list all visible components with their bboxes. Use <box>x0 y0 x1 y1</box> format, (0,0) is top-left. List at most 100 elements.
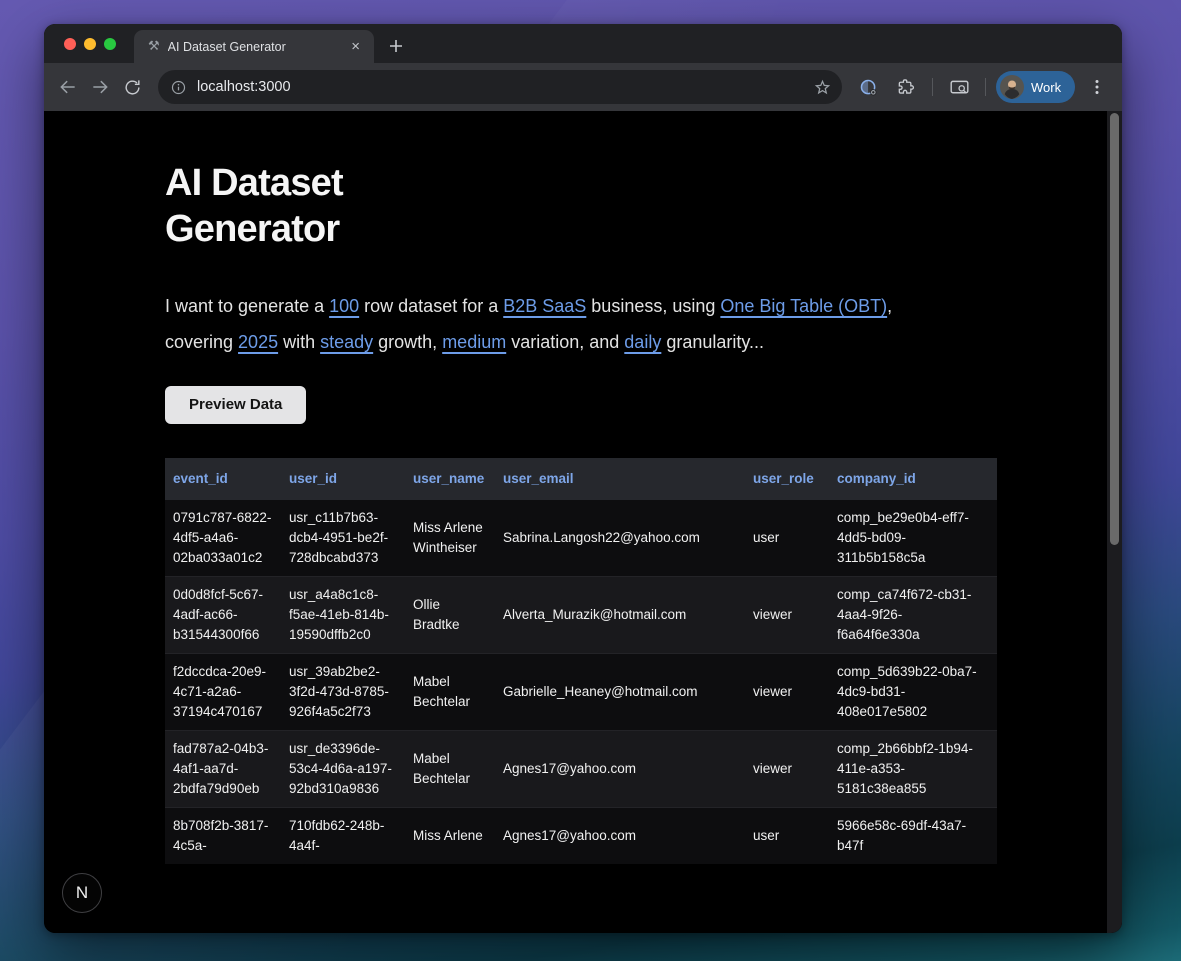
profile-button[interactable]: Work <box>996 71 1075 103</box>
table-cell: Ollie Bradtke <box>405 577 495 654</box>
profile-label: Work <box>1031 80 1061 95</box>
prompt-link[interactable]: daily <box>624 332 661 352</box>
table-cell: usr_c11b7b63-dcb4-4951-be2f-728dbcabd373 <box>281 500 405 577</box>
extensions-puzzle-icon <box>896 77 916 97</box>
prompt-text: covering <box>165 332 238 352</box>
preview-data-button[interactable]: Preview Data <box>165 386 306 424</box>
prompt-link[interactable]: steady <box>320 332 373 352</box>
browser-window: ⚒ AI Dataset Generator × localhost:3000 <box>44 24 1122 933</box>
table-cell: Alverta_Murazik@hotmail.com <box>495 577 745 654</box>
scrollbar-thumb[interactable] <box>1110 113 1119 545</box>
table-row: 0d0d8fcf-5c67-4adf-ac66-b31544300f66usr_… <box>165 577 997 654</box>
data-table: event_iduser_iduser_nameuser_emailuser_r… <box>165 458 997 864</box>
page-scrollbar <box>1107 111 1122 933</box>
table-cell: Agnes17@yahoo.com <box>495 731 745 808</box>
prompt-text: with <box>278 332 320 352</box>
table-cell: comp_be29e0b4-eff7-4dd5-bd09-311b5b158c5… <box>829 500 989 577</box>
zoom-window-button[interactable] <box>104 38 116 50</box>
extensions-button[interactable] <box>890 71 922 103</box>
table-cell: usr_39ab2be2-3f2d-473d-8785-926f4a5c2f73 <box>281 654 405 731</box>
table-cell: user <box>745 500 829 577</box>
table-cell: viewer <box>745 577 829 654</box>
table-cell: viewer <box>745 654 829 731</box>
hammer-wrench-favicon-icon: ⚒ <box>148 40 160 53</box>
reload-icon <box>123 78 142 97</box>
table-cell: fad787a2-04b3-4af1-aa7d-2bdfa79d90eb <box>165 731 281 808</box>
page-content: AI Dataset Generator I want to generate … <box>44 111 1122 933</box>
table-cell: comp_2b66bbf2-1b94-411e-a353-5181c38ea85… <box>829 731 989 808</box>
column-header: user_email <box>495 458 745 500</box>
browser-tab[interactable]: ⚒ AI Dataset Generator × <box>134 30 374 63</box>
prompt-link[interactable]: 2025 <box>238 332 278 352</box>
table-cell: Mabel Bechtelar <box>405 731 495 808</box>
table-row: 0791c787-6822-4df5-a4a6-02ba033a01c2usr_… <box>165 500 997 577</box>
tab-search-button[interactable] <box>943 71 975 103</box>
table-cell: Sabrina.Langosh22@yahoo.com <box>495 500 745 577</box>
table-row: fad787a2-04b3-4af1-aa7d-2bdfa79d90ebusr_… <box>165 731 997 808</box>
minimize-window-button[interactable] <box>84 38 96 50</box>
tab-close-icon[interactable]: × <box>347 37 364 56</box>
prompt-text: growth, <box>373 332 442 352</box>
forward-arrow-icon <box>90 77 110 97</box>
page-container: AI Dataset Generator I want to generate … <box>44 111 1122 864</box>
browser-menu-button[interactable] <box>1081 71 1113 103</box>
table-cell-clipped: l <box>989 808 997 865</box>
tab-strip: ⚒ AI Dataset Generator × <box>44 24 1122 63</box>
prompt-link[interactable]: One Big Table (OBT) <box>720 296 887 316</box>
tab-search-icon <box>949 77 970 98</box>
forward-button[interactable] <box>84 71 116 103</box>
nextjs-dev-badge[interactable]: N <box>62 873 102 913</box>
tab-title: AI Dataset Generator <box>168 40 340 54</box>
prompt-line: I want to generate a 100 row dataset for… <box>165 288 1122 324</box>
plus-icon <box>389 39 403 53</box>
pinned-extension-button[interactable] <box>852 71 884 103</box>
prompt-text: , <box>887 296 892 316</box>
prompt-link[interactable]: medium <box>442 332 506 352</box>
table-row: 8b708f2b-3817-4c5a-710fdb62-248b-4a4f-Mi… <box>165 808 997 865</box>
toolbar-separator <box>932 78 933 96</box>
prompt-text: row dataset for a <box>359 296 503 316</box>
table-cell: Gabrielle_Heaney@hotmail.com <box>495 654 745 731</box>
site-info-icon[interactable] <box>170 79 187 96</box>
profile-avatar <box>1000 75 1024 99</box>
prompt-text: variation, and <box>506 332 624 352</box>
new-tab-button[interactable] <box>382 32 410 60</box>
table-cell: comp_ca74f672-cb31-4aa4-9f26-f6a64f6e330… <box>829 577 989 654</box>
table-cell-clipped: l <box>989 731 997 808</box>
back-arrow-icon <box>58 77 78 97</box>
prompt: I want to generate a 100 row dataset for… <box>165 288 1122 360</box>
window-controls <box>44 24 134 63</box>
table-cell-clipped: l <box>989 500 997 577</box>
table-cell: Mabel Bechtelar <box>405 654 495 731</box>
column-header: company_id <box>829 458 989 500</box>
address-bar[interactable]: localhost:3000 <box>158 70 842 104</box>
table-header-row: event_iduser_iduser_nameuser_emailuser_r… <box>165 458 997 500</box>
table-cell: Miss Arlene <box>405 808 495 865</box>
pinned-extension-icon <box>858 77 879 98</box>
column-header: user_role <box>745 458 829 500</box>
prompt-link[interactable]: B2B SaaS <box>503 296 586 316</box>
url-text[interactable]: localhost:3000 <box>197 79 803 95</box>
table-cell-clipped: l <box>989 654 997 731</box>
table-cell: comp_5d639b22-0ba7-4dc9-bd31-408e017e580… <box>829 654 989 731</box>
reload-button[interactable] <box>116 71 148 103</box>
toolbar-separator <box>985 78 986 96</box>
desktop-background: ⚒ AI Dataset Generator × localhost:3000 <box>0 0 1181 961</box>
bookmark-star-icon[interactable] <box>813 78 832 97</box>
table-cell: 8b708f2b-3817-4c5a- <box>165 808 281 865</box>
table-cell: 0d0d8fcf-5c67-4adf-ac66-b31544300f66 <box>165 577 281 654</box>
table-cell: 710fdb62-248b-4a4f- <box>281 808 405 865</box>
close-window-button[interactable] <box>64 38 76 50</box>
prompt-link[interactable]: 100 <box>329 296 359 316</box>
kebab-menu-icon <box>1089 79 1105 95</box>
column-header: event_id <box>165 458 281 500</box>
nextjs-n-letter: N <box>76 883 88 903</box>
table-cell: usr_de3396de-53c4-4d6a-a197-92bd310a9836 <box>281 731 405 808</box>
page-title: AI Dataset Generator <box>165 160 415 252</box>
browser-toolbar: localhost:3000 Work <box>44 63 1122 111</box>
toolbar-right-icons: Work <box>852 71 1113 103</box>
back-button[interactable] <box>52 71 84 103</box>
prompt-text: granularity... <box>661 332 764 352</box>
prompt-text: I want to generate a <box>165 296 329 316</box>
table-cell: Agnes17@yahoo.com <box>495 808 745 865</box>
